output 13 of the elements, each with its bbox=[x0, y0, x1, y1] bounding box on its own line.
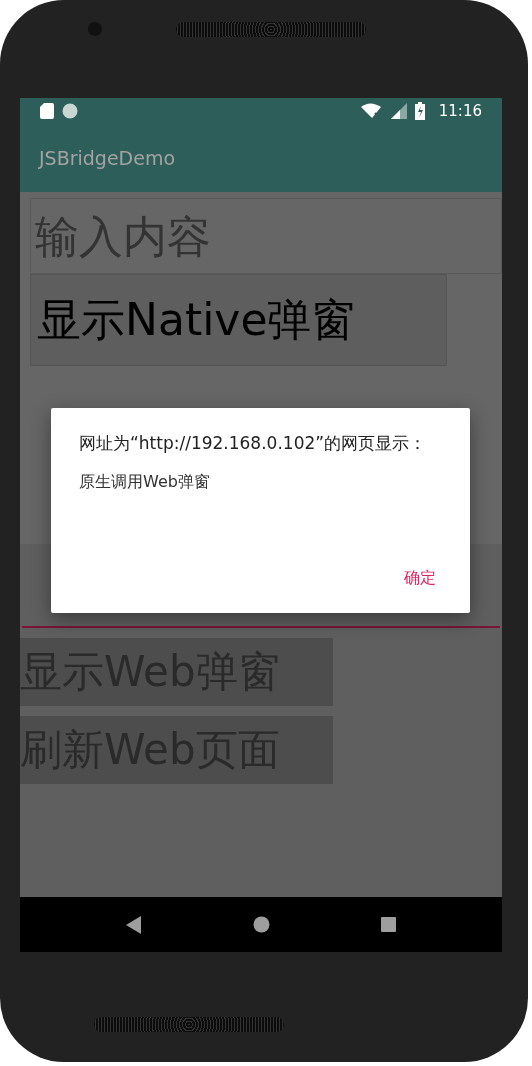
sd-card-icon bbox=[40, 102, 54, 119]
clock-time: 11:16 bbox=[438, 101, 482, 120]
ok-button[interactable]: 确定 bbox=[394, 564, 446, 593]
wifi-icon bbox=[360, 102, 383, 119]
home-icon[interactable] bbox=[253, 916, 270, 933]
recents-icon[interactable] bbox=[381, 917, 397, 932]
dialog-message: 原生调用Web弹窗 bbox=[79, 472, 211, 494]
dialog-title: 网址为“http://192.168.0.102”的网页显示： bbox=[79, 432, 428, 455]
app-title: JSBridgeDemo bbox=[39, 146, 176, 169]
back-icon[interactable] bbox=[125, 915, 142, 934]
signal-icon bbox=[390, 102, 407, 119]
battery-icon bbox=[414, 101, 425, 120]
show-native-dialog-button[interactable]: 显示Native弹窗 bbox=[30, 274, 447, 366]
